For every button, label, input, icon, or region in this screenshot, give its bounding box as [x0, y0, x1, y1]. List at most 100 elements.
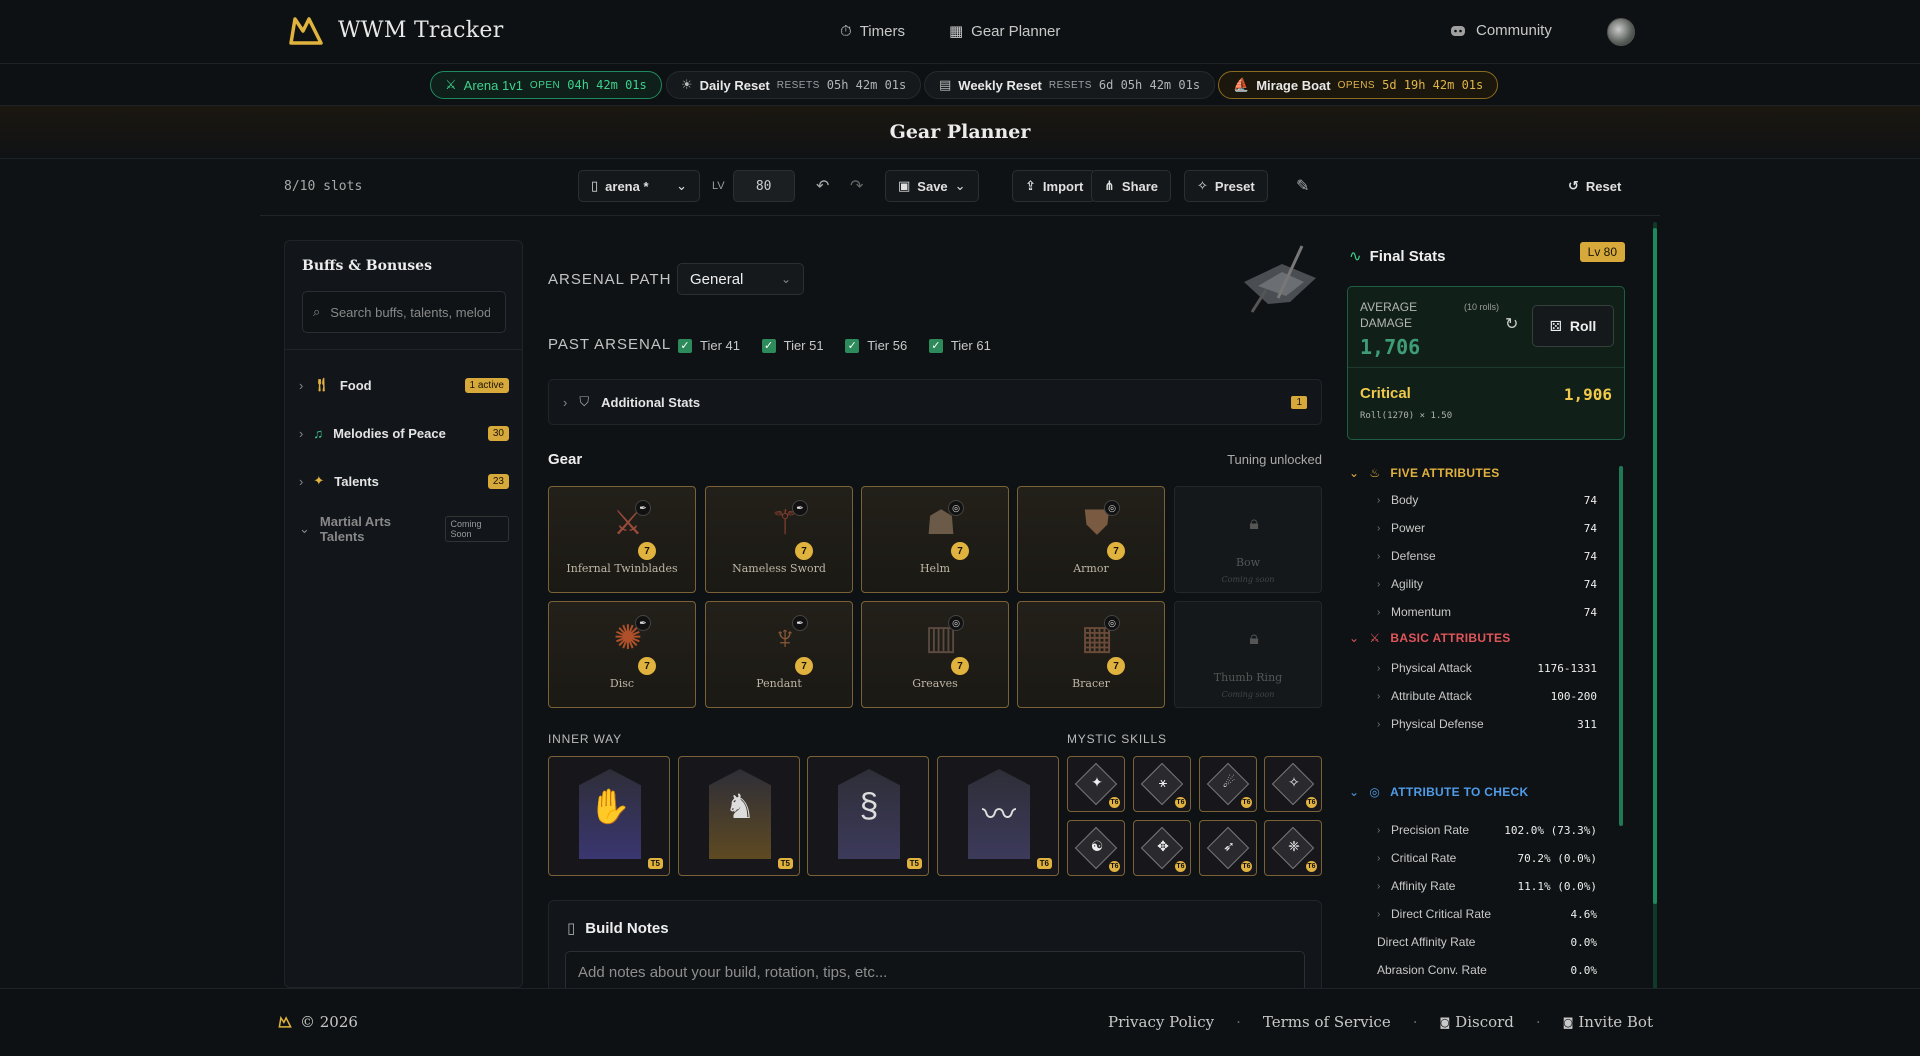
tier-label: Tier 51	[783, 338, 824, 353]
inner-way-slot[interactable]: ♞ T5	[678, 756, 800, 876]
arsenal-path-value: General	[690, 270, 744, 288]
inner-way-slot[interactable]: ✋ T5	[548, 756, 670, 876]
level-field: LV 80	[712, 170, 795, 202]
tier-checkbox[interactable]: ✓ Tier 61	[928, 338, 991, 353]
level-input[interactable]: 80	[732, 170, 795, 202]
mystic-skill-slot[interactable]: ☄ T6	[1199, 756, 1257, 812]
mystic-skill-slot[interactable]: ➶ T6	[1199, 820, 1257, 876]
privacy-link[interactable]: Privacy Policy	[1108, 1013, 1214, 1031]
stat-row[interactable]: › Physical Attack 1176-1331	[1377, 659, 1597, 677]
tier-badge: T5	[777, 858, 793, 869]
inner-way-slot[interactable]: 〰 T6	[937, 756, 1059, 876]
refresh-icon[interactable]: ↻	[1505, 314, 1518, 334]
five-attributes-header[interactable]: ⌄ ♨ FIVE ATTRIBUTES	[1349, 466, 1500, 480]
tier-label: Tier 61	[950, 338, 991, 353]
section-title: BASIC ATTRIBUTES	[1390, 631, 1511, 645]
nav-community[interactable]: Community	[1450, 22, 1552, 39]
build-selector[interactable]: ▯ arena * ⌄	[578, 170, 700, 202]
additional-stats-toggle[interactable]: › ⛉ Additional Stats 1	[548, 379, 1322, 425]
timer-weekly-reset[interactable]: ▤ Weekly Reset RESETS 6d 05h 42m 01s	[924, 71, 1216, 99]
mystic-skill-slot[interactable]: ✦ T6	[1067, 756, 1125, 812]
stat-row[interactable]: › Attribute Attack 100-200	[1377, 687, 1597, 705]
tier-badge: T6	[1109, 861, 1120, 872]
sidebar-item-melodies[interactable]: › ♫ Melodies of Peace 30	[299, 422, 509, 444]
import-button[interactable]: ⇪ Import	[1012, 170, 1097, 202]
gear-slot-armor[interactable]: ⛊ ◎ 7 Armor	[1017, 486, 1165, 593]
undo-icon[interactable]: ↶	[816, 176, 829, 196]
inner-way-slot[interactable]: § T5	[807, 756, 929, 876]
save-button[interactable]: ▣ Save ⌄	[885, 170, 979, 202]
arsenal-path-label: ARSENAL PATH	[548, 271, 672, 288]
gear-slot-bow: 🔒︎ Bow Coming soon	[1174, 486, 1322, 593]
invite-bot-link[interactable]: ◙ Invite Bot	[1563, 1013, 1653, 1031]
arsenal-path-select[interactable]: General ⌄	[677, 263, 804, 295]
buff-search-input[interactable]: ⌕ Search buffs, talents, melodies...	[302, 291, 506, 333]
check-icon: ✓	[761, 338, 776, 353]
attribute-check-header[interactable]: ⌄ ◎ ATTRIBUTE TO CHECK	[1349, 785, 1528, 799]
stat-row[interactable]: › Momentum 74	[1377, 603, 1597, 621]
gear-slot-helm[interactable]: ☗ ◎ 7 Helm	[861, 486, 1009, 593]
preset-button[interactable]: ✧ Preset	[1184, 170, 1268, 202]
mystic-skill-slot[interactable]: ✥ T6	[1133, 820, 1191, 876]
build-notes-header: ▯ Build Notes	[567, 919, 669, 938]
mystic-skill-slot[interactable]: ☯ T6	[1067, 820, 1125, 876]
pencil-icon[interactable]: ✎	[1296, 176, 1309, 196]
discord-link[interactable]: ◙ Discord	[1439, 1013, 1513, 1031]
basic-attributes-header[interactable]: ⌄ ⚔ BASIC ATTRIBUTES	[1349, 631, 1511, 645]
build-notes-title: Build Notes	[585, 919, 669, 937]
stat-row[interactable]: › Body 74	[1377, 491, 1597, 509]
stat-row[interactable]: › Agility 74	[1377, 575, 1597, 593]
nav-gear-planner[interactable]: ▦ Gear Planner	[949, 22, 1060, 41]
nav-timers-label: Timers	[859, 22, 905, 40]
sun-icon: ☀	[681, 77, 693, 92]
chevron-right-icon: ›	[563, 394, 568, 410]
gear-slot-disc[interactable]: ✺ ✒ 7 Disc	[548, 601, 696, 708]
sidebar-item-talents[interactable]: › ✦ Talents 23	[299, 470, 509, 492]
gear-level-badge: 7	[795, 542, 813, 560]
logo[interactable]: WWM Tracker	[288, 14, 504, 46]
mystic-skill-slot[interactable]: ⚹ T6	[1133, 756, 1191, 812]
tier-checkbox[interactable]: ✓ Tier 51	[761, 338, 824, 353]
stat-row[interactable]: › Affinity Rate 11.1% (0.0%)	[1377, 877, 1597, 895]
chevron-right-icon: ›	[1377, 578, 1381, 590]
stat-value: 11.1% (0.0%)	[1517, 879, 1597, 893]
chevron-right-icon: ›	[1377, 880, 1381, 892]
stats-scrollbar[interactable]	[1619, 466, 1623, 826]
buffs-sidebar: Buffs & Bonuses ⌕ Search buffs, talents,…	[284, 240, 523, 988]
stat-value: 74	[1583, 577, 1597, 591]
tier-checkbox[interactable]: ✓ Tier 41	[678, 338, 740, 353]
level-label: LV	[712, 180, 725, 192]
mystic-skill-slot[interactable]: ❈ T6	[1264, 820, 1322, 876]
sidebar-item-food[interactable]: › 🍴︎ Food 1 active	[299, 374, 509, 396]
avatar[interactable]	[1607, 18, 1635, 46]
roll-button[interactable]: ⚄ Roll	[1532, 305, 1614, 347]
timer-countdown: 04h 42m 01s	[567, 78, 647, 92]
gear-slot-sword[interactable]: ⚚ ✒ 7 Nameless Sword	[705, 486, 853, 593]
timer-arena[interactable]: ⚔ Arena 1v1 OPEN 04h 42m 01s	[430, 71, 662, 99]
nav-timers[interactable]: ⏱ Timers	[840, 22, 905, 40]
stat-row[interactable]: › Defense 74	[1377, 547, 1597, 565]
chevron-right-icon: ›	[299, 425, 304, 441]
gear-slot-pendant[interactable]: ♆ ✒ 7 Pendant	[705, 601, 853, 708]
timer-daily-reset[interactable]: ☀ Daily Reset RESETS 05h 42m 01s	[666, 71, 922, 99]
gear-slot-greaves[interactable]: ▥ ◎ 7 Greaves	[861, 601, 1009, 708]
critical-value: 1,906	[1563, 385, 1612, 404]
page-scrollbar[interactable]	[1653, 228, 1657, 904]
terms-link[interactable]: Terms of Service	[1263, 1013, 1391, 1031]
mystic-skill-slot[interactable]: ✧ T6	[1264, 756, 1322, 812]
share-button[interactable]: ⋔ Share	[1091, 170, 1172, 202]
chevron-down-icon: ⌄	[1349, 785, 1360, 799]
timer-mirage-boat[interactable]: ⛵ Mirage Boat OPENS 5d 19h 42m 01s	[1218, 71, 1499, 99]
feather-icon: ✒	[792, 500, 808, 516]
tier-checkbox[interactable]: ✓ Tier 56	[845, 338, 907, 353]
stat-row[interactable]: › Direct Critical Rate 4.6%	[1377, 905, 1597, 923]
gear-slot-bracer[interactable]: ▦ ◎ 7 Bracer	[1017, 601, 1165, 708]
stat-row[interactable]: › Physical Defense 311	[1377, 715, 1597, 733]
gear-slot-twinblades[interactable]: ⚔ ✒ 7 Infernal Twinblades	[548, 486, 696, 593]
redo-icon[interactable]: ↷	[850, 176, 863, 196]
stat-row[interactable]: › Precision Rate 102.0% (73.3%)	[1377, 821, 1597, 839]
reset-button[interactable]: ↺ Reset	[1556, 170, 1633, 202]
gear-slot-name: Greaves	[912, 677, 958, 690]
stat-row[interactable]: › Critical Rate 70.2% (0.0%)	[1377, 849, 1597, 867]
stat-row[interactable]: › Power 74	[1377, 519, 1597, 537]
